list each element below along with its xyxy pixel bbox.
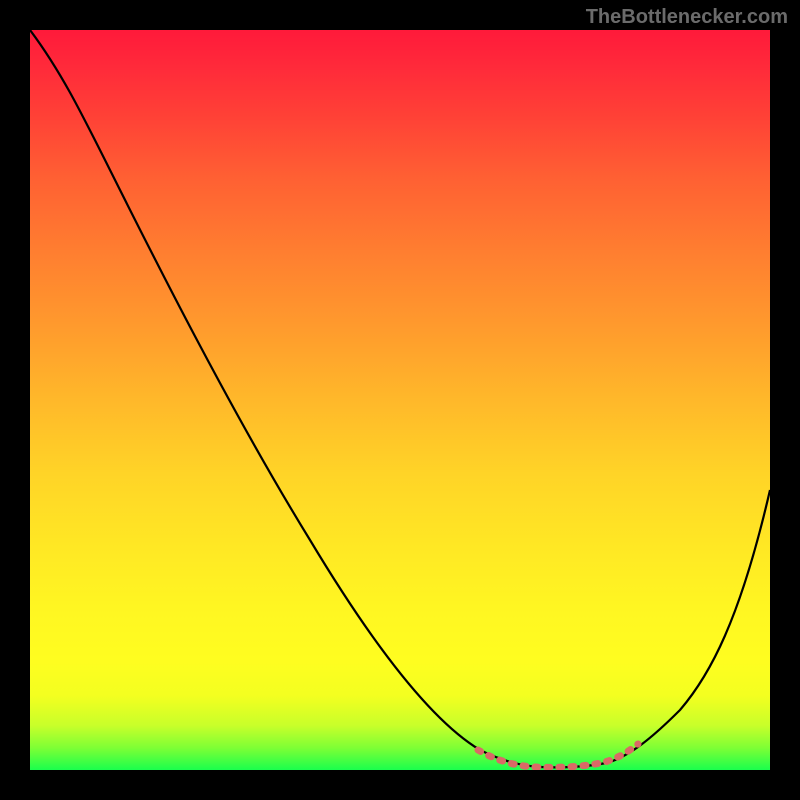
flat-region-marker-line: [478, 744, 638, 767]
curve-svg: [30, 30, 770, 770]
chart-container: TheBottlenecker.com: [0, 0, 800, 800]
bottleneck-curve-line: [30, 30, 770, 767]
plot-area: [30, 30, 770, 770]
watermark-text: TheBottlenecker.com: [586, 6, 788, 29]
